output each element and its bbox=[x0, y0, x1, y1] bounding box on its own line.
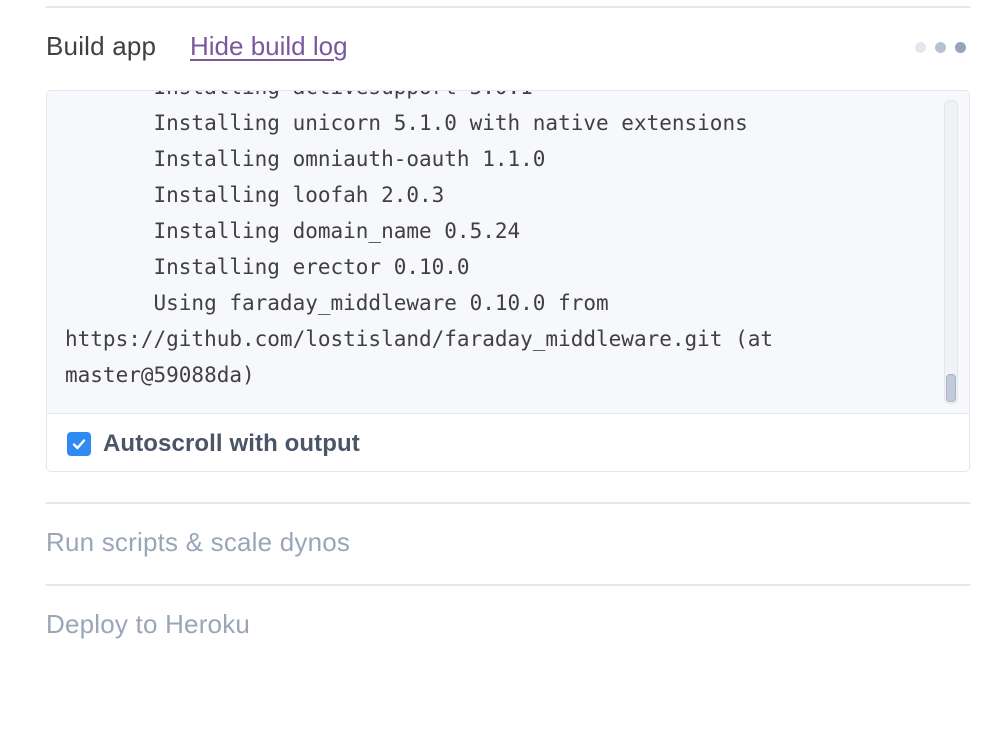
log-scrollbar-thumb[interactable] bbox=[946, 374, 956, 402]
log-line: Installing omniauth-oauth 1.1.0 bbox=[65, 147, 546, 171]
hide-build-log-link[interactable]: Hide build log bbox=[190, 28, 348, 64]
step-divider bbox=[46, 584, 970, 586]
log-line: Installing loofah 2.0.3 bbox=[65, 183, 445, 207]
log-line: Installing domain_name 0.5.24 bbox=[65, 219, 521, 243]
progress-dot bbox=[955, 41, 966, 53]
log-lines: Installing activesupport 5.0.1 Installin… bbox=[65, 91, 945, 393]
log-line: https://github.com/lostisland/faraday_mi… bbox=[65, 327, 774, 351]
deploy-step-title: Deploy to Heroku bbox=[46, 609, 251, 639]
progress-dot bbox=[915, 41, 926, 53]
build-log-panel: Installing activesupport 5.0.1 Installin… bbox=[46, 90, 970, 472]
log-line: Installing activesupport 5.0.1 bbox=[65, 91, 945, 105]
run-scripts-step-title: Run scripts & scale dynos bbox=[46, 527, 351, 557]
progress-dot bbox=[935, 41, 946, 53]
build-log-output[interactable]: Installing activesupport 5.0.1 Installin… bbox=[47, 91, 969, 414]
progress-indicator bbox=[915, 41, 966, 53]
build-step-header: Build app Hide build log bbox=[46, 28, 970, 68]
checkmark-icon bbox=[72, 439, 86, 450]
log-scrollbar[interactable] bbox=[944, 100, 958, 404]
build-step-title: Build app bbox=[46, 31, 157, 61]
step-divider bbox=[46, 502, 970, 504]
autoscroll-toggle[interactable]: Autoscroll with output bbox=[67, 429, 360, 459]
log-line: Using faraday_middleware 0.10.0 from bbox=[65, 291, 609, 315]
autoscroll-checkbox[interactable] bbox=[67, 432, 91, 456]
log-line: Installing erector 0.10.0 bbox=[65, 255, 470, 279]
top-divider bbox=[46, 6, 970, 8]
log-line: master@59088da) bbox=[65, 363, 255, 387]
autoscroll-label: Autoscroll with output bbox=[103, 430, 360, 457]
log-line: Installing unicorn 5.1.0 with native ext… bbox=[65, 111, 748, 135]
